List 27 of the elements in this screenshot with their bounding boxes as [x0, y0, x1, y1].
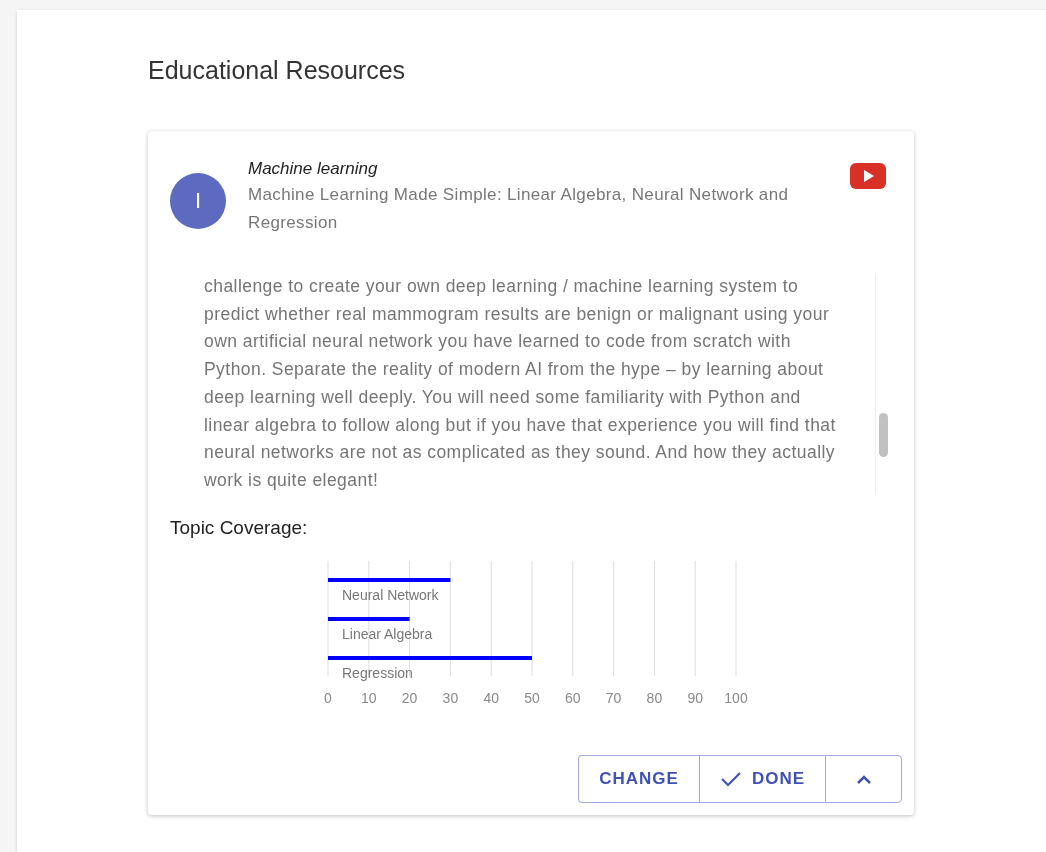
- resource-description: challenge to create your own deep learning / machine learning system to predict whether real mammogram results are benign or malignant using your own artificial neural network you have learned to code from scratch with Python. Separate the reality of modern AI from the hype – by learning about deep learning well deeply. You will need some familiarity with Python and linear algebra to follow along but if you have that experience you will find that neural networks are not as complicated as they sound. And how they actually work is quite elegant!: [204, 275, 837, 492]
- resource-topic: Machine learning: [248, 158, 379, 180]
- axis-tick-label: 10: [361, 689, 377, 706]
- axis-tick-label: 50: [524, 689, 540, 706]
- resource-title: Machine Learning Made Simple: Linear Algebra, Neural Network and Regression: [248, 184, 790, 234]
- axis-tick-label: 0: [324, 689, 332, 706]
- avatar: I: [170, 173, 226, 229]
- category-label: Neural Network: [342, 586, 439, 603]
- chart-label: Topic Coverage:: [170, 516, 309, 539]
- check-icon: [719, 770, 742, 787]
- chevron-up-icon: [855, 773, 872, 784]
- collapse-button[interactable]: [825, 754, 902, 803]
- axis-tick-label: 30: [442, 689, 459, 706]
- change-button[interactable]: CHANGE: [578, 754, 699, 803]
- axis-tick-label: 80: [646, 689, 663, 706]
- scrollbar[interactable]: [875, 273, 890, 495]
- axis-tick-label: 40: [483, 689, 499, 706]
- axis-tick-label: 20: [401, 689, 418, 706]
- section-title: Educational Resources: [148, 56, 407, 85]
- axis-tick-label: 60: [565, 689, 581, 706]
- axis-tick-label: 70: [605, 689, 622, 706]
- axis-tick-label: 100: [724, 689, 748, 706]
- category-label: Regression: [342, 664, 413, 681]
- category-label: Linear Algebra: [342, 625, 433, 642]
- done-button[interactable]: DONE: [698, 754, 825, 803]
- video-play-icon[interactable]: [850, 163, 886, 189]
- axis-tick-label: 90: [687, 689, 703, 706]
